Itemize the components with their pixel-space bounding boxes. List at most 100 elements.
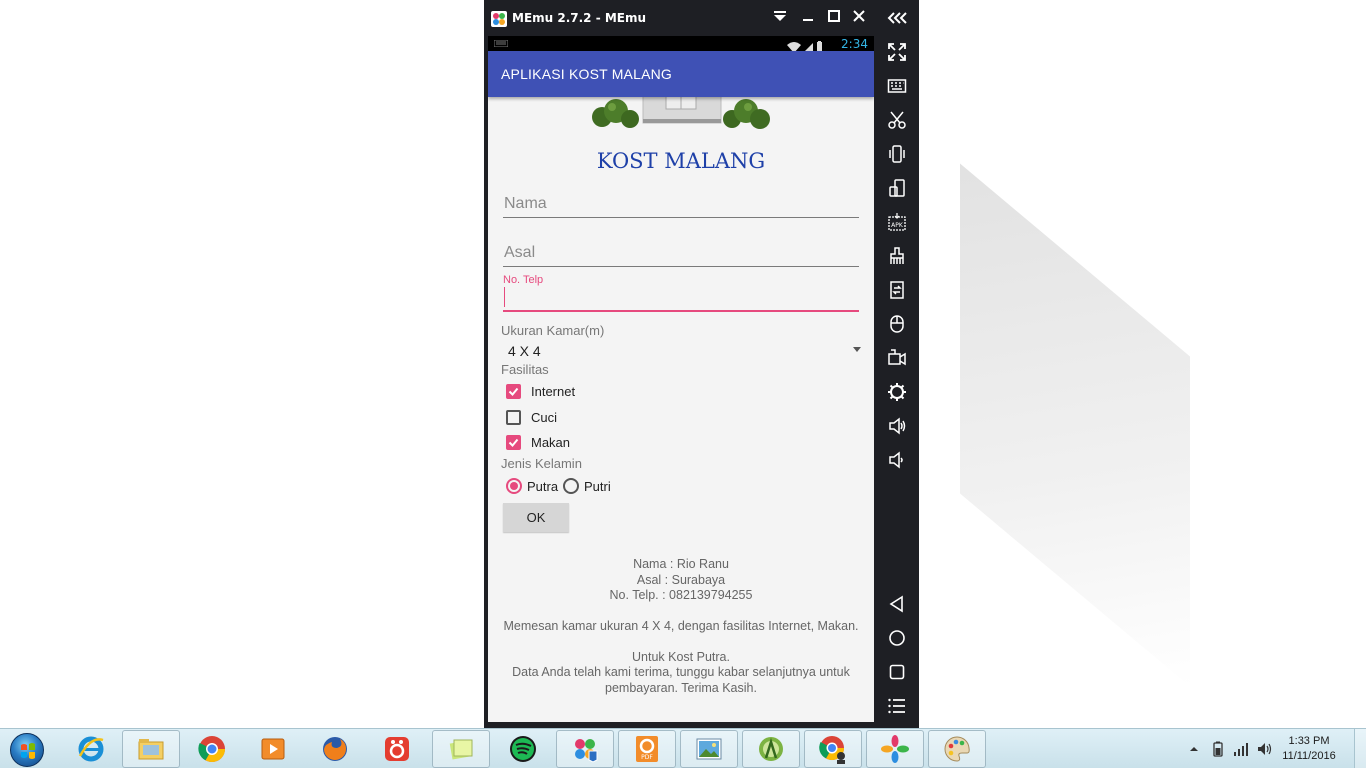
ukuran-label: Ukuran Kamar(m): [501, 323, 605, 338]
taskbar-internet-explorer[interactable]: [62, 730, 120, 768]
window-title: MEmu 2.7.2 - MEmu: [512, 11, 647, 25]
minimize-button[interactable]: [797, 8, 819, 28]
maximize-icon: [828, 10, 840, 22]
volume-up-button[interactable]: [874, 412, 919, 440]
asal-input[interactable]: [503, 242, 859, 264]
volume-down-button[interactable]: [874, 446, 919, 474]
chevrons-left-icon: [887, 12, 907, 24]
clean-memory-button[interactable]: [874, 242, 919, 270]
folder-icon: [138, 739, 164, 760]
taskbar-chrome[interactable]: [183, 730, 241, 768]
taskbar-android-studio[interactable]: [742, 730, 800, 768]
taskbar-file-explorer[interactable]: [122, 730, 180, 768]
windows-taskbar: PDF 1:33 PM 11/11/2016: [0, 728, 1366, 768]
ukuran-selected-value: 4 X 4: [508, 343, 541, 359]
taskbar-photo-viewer[interactable]: [680, 730, 738, 768]
telp-input[interactable]: [503, 288, 859, 310]
taskbar-paint[interactable]: [928, 730, 986, 768]
result-message-order: Memesan kamar ukuran 4 X 4, dengan fasil…: [503, 619, 859, 633]
checkbox-internet[interactable]: Internet: [506, 381, 575, 401]
result-message-kost: Untuk Kost Putra.: [632, 650, 730, 664]
show-desktop-button[interactable]: [1354, 729, 1366, 768]
taskbar-media-player[interactable]: [244, 730, 302, 768]
shake-button[interactable]: [874, 140, 919, 168]
memu-icon: [881, 735, 909, 763]
sticky-notes-icon: [449, 739, 473, 760]
telp-field: No. Telp: [503, 274, 859, 316]
ukuran-spinner[interactable]: 4 X 4: [501, 341, 861, 361]
video-camera-icon: [887, 349, 906, 366]
result-message-thanks: Data Anda telah kami terima, tunggu kaba…: [512, 665, 850, 695]
nama-underline: [503, 217, 859, 218]
record-video-button[interactable]: [874, 344, 919, 372]
paint-palette-icon: [944, 736, 970, 762]
recent-apps-square-icon: [889, 664, 904, 680]
close-button[interactable]: [848, 8, 870, 28]
collapse-sidebar-button[interactable]: [874, 6, 919, 30]
radio-unselected-icon: [563, 478, 579, 494]
close-icon: [853, 10, 865, 22]
emulator-titlebar[interactable]: MEmu 2.7.2 - MEmu: [484, 0, 919, 36]
battery-tray-icon[interactable]: [1210, 741, 1226, 757]
back-button[interactable]: [874, 590, 919, 618]
keyboard-mapping-button[interactable]: [874, 72, 919, 100]
network-signal-icon[interactable]: [1233, 741, 1249, 757]
taskbar-memu-multi[interactable]: [556, 730, 614, 768]
svg-text:APK: APK: [891, 222, 904, 229]
checkbox-cuci[interactable]: Cuci: [506, 407, 557, 427]
taskbar-chrome-active[interactable]: [804, 730, 862, 768]
install-apk-button[interactable]: APK: [874, 208, 919, 236]
text-cursor: [504, 287, 505, 307]
speaker-volume-icon[interactable]: [1256, 741, 1272, 757]
start-button[interactable]: [4, 731, 50, 768]
taskbar-firefox[interactable]: [306, 730, 364, 768]
broom-icon: [889, 247, 904, 264]
fullscreen-button[interactable]: [874, 38, 919, 66]
spotify-icon: [510, 736, 536, 762]
maximize-button[interactable]: [823, 8, 845, 28]
checkbox-label: Cuci: [531, 409, 558, 425]
desktop-shadow-decoration: [960, 163, 1190, 687]
menu-dropdown-icon: [774, 11, 786, 21]
ok-button[interactable]: OK: [503, 503, 569, 532]
taskbar-sticky-notes[interactable]: [432, 730, 490, 768]
minimize-icon: [803, 19, 813, 21]
photo-viewer-icon: [696, 738, 722, 760]
scissors-icon: [887, 111, 906, 129]
shared-folder-button[interactable]: [874, 310, 919, 338]
taskbar-pdf-editor[interactable]: PDF: [618, 730, 676, 768]
screenshot-button[interactable]: [874, 106, 919, 134]
jenis-kelamin-label: Jenis Kelamin: [501, 456, 582, 471]
taskbar-app-red[interactable]: [368, 730, 426, 768]
shake-phone-icon: [888, 145, 905, 163]
apk-icon: APK: [887, 213, 906, 231]
app-title: APLIKASI KOST MALANG: [501, 66, 673, 82]
taskbar-clock[interactable]: 1:33 PM 11/11/2016: [1272, 734, 1346, 764]
dropdown-arrow-icon: [853, 347, 861, 352]
dropdown-menu-button[interactable]: [769, 8, 791, 28]
media-player-icon: [261, 738, 285, 760]
more-menu-button[interactable]: [874, 692, 919, 720]
rotate-screen-icon: [888, 179, 905, 197]
emulator-toolbar: APK: [874, 36, 919, 728]
taskbar-spotify[interactable]: [494, 730, 552, 768]
chrome-icon: [198, 736, 226, 763]
taskbar-memu[interactable]: [866, 730, 924, 768]
checkbox-makan[interactable]: Makan: [506, 432, 570, 452]
file-transfer-button[interactable]: [874, 276, 919, 304]
home-button[interactable]: [874, 624, 919, 652]
show-hidden-icons-icon[interactable]: [1186, 741, 1202, 757]
radio-putra[interactable]: Putra: [506, 476, 558, 496]
gear-icon: [887, 383, 906, 401]
app-bar: APLIKASI KOST MALANG: [488, 51, 874, 97]
chrome-user-icon: [819, 736, 845, 764]
radio-putri[interactable]: Putri: [563, 476, 611, 496]
transfer-icon: [889, 281, 904, 299]
nama-input[interactable]: [503, 193, 859, 215]
volume-down-icon: [888, 451, 903, 469]
recent-apps-button[interactable]: [874, 658, 919, 686]
settings-button[interactable]: [874, 378, 919, 406]
android-statusbar: 2:34: [488, 36, 874, 53]
firefox-icon: [323, 737, 347, 761]
rotate-button[interactable]: [874, 174, 919, 202]
